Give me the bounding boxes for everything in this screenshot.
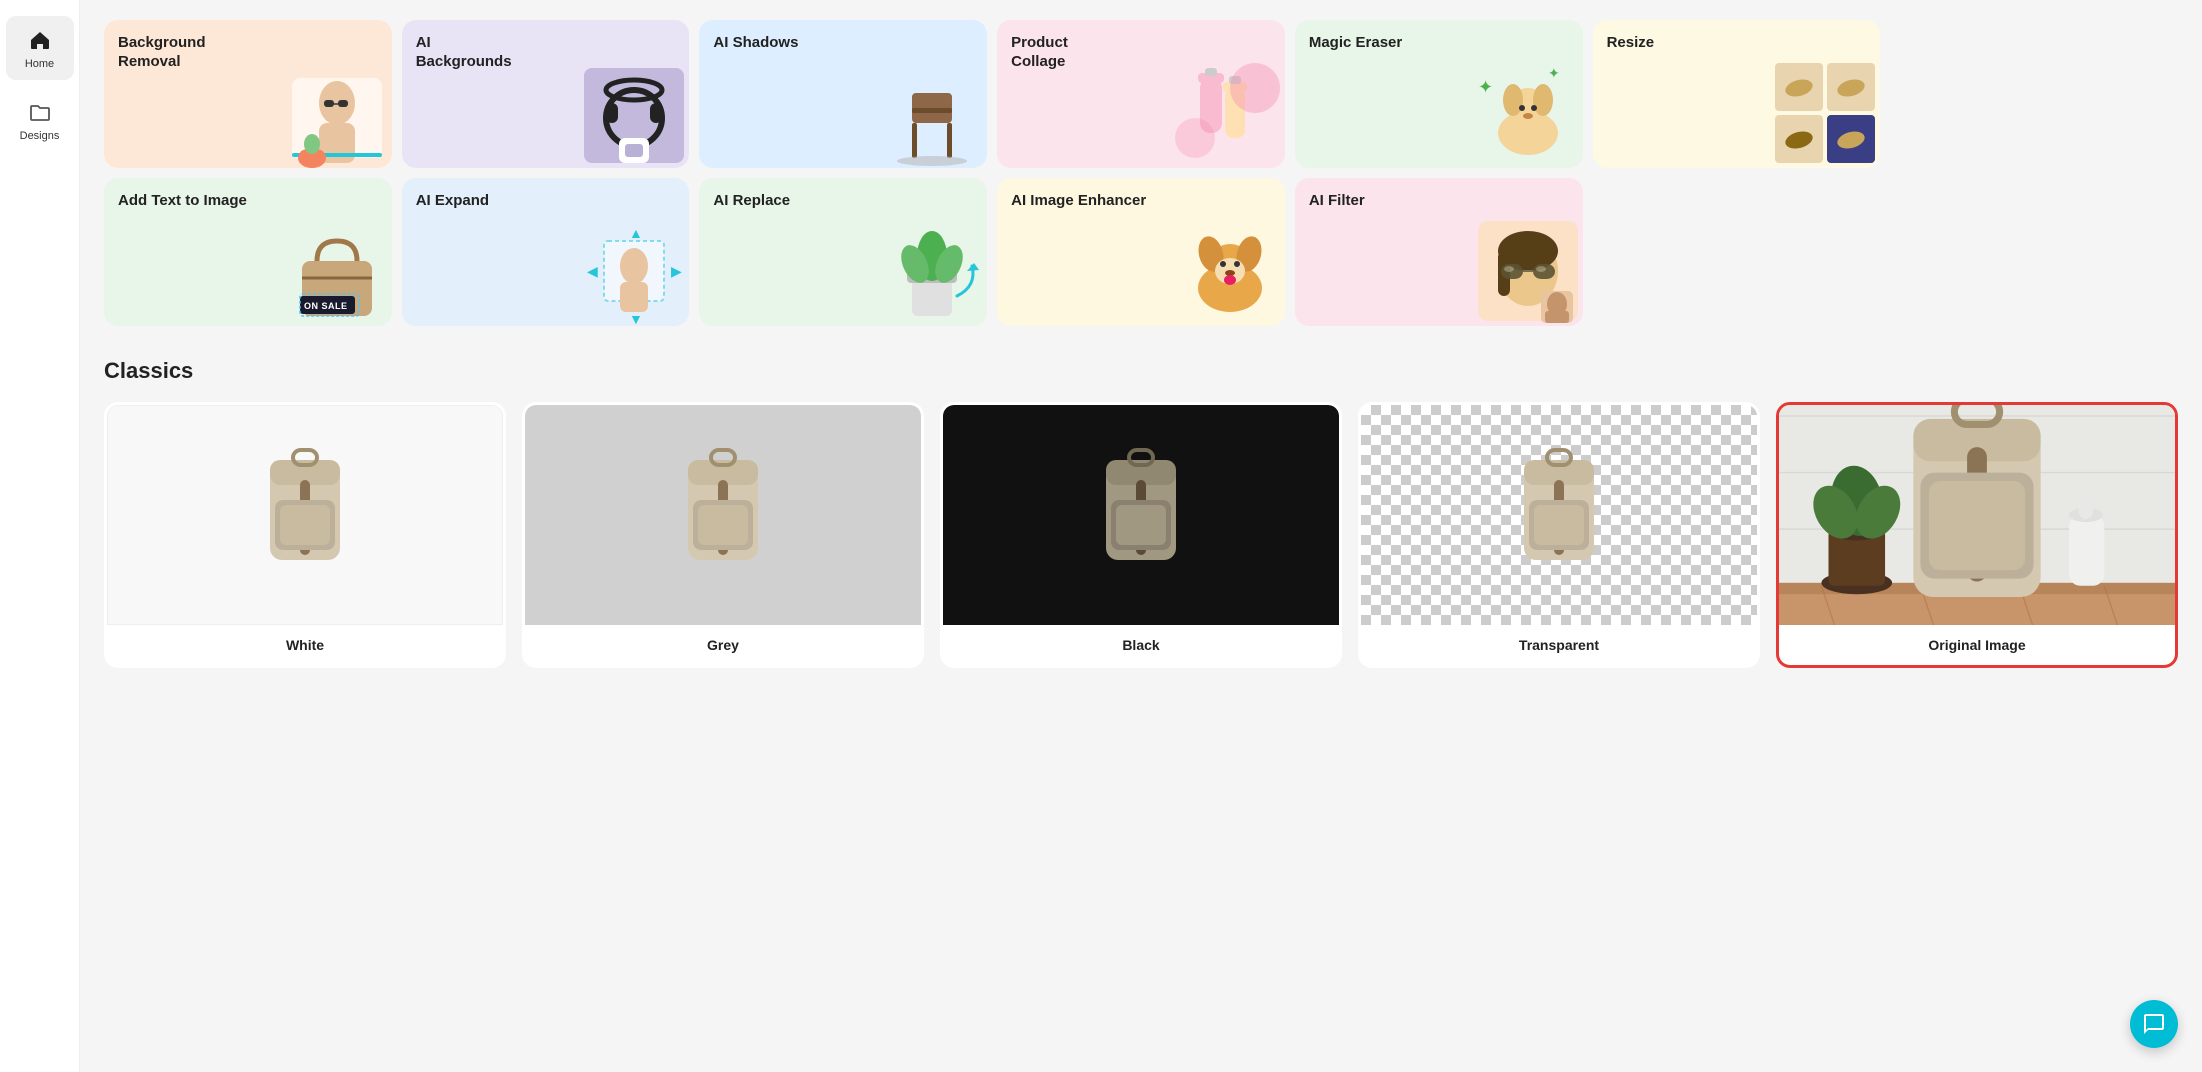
classic-card-transparent-label: Transparent bbox=[1361, 625, 1757, 665]
classic-card-original-label: Original Image bbox=[1779, 625, 2175, 665]
tool-title-ai-filter: AI Filter bbox=[1309, 192, 1569, 211]
classic-card-white[interactable]: White bbox=[104, 402, 506, 668]
classic-card-white-label: White bbox=[107, 625, 503, 665]
home-icon bbox=[26, 26, 54, 54]
classic-card-original[interactable]: Original Image bbox=[1776, 402, 2178, 668]
svg-text:▼: ▼ bbox=[629, 311, 643, 326]
tool-visual-add-text: ON SALE bbox=[225, 211, 392, 326]
svg-text:✦: ✦ bbox=[1478, 77, 1493, 97]
tool-title-ai-expand: AI Expand bbox=[416, 192, 676, 211]
tool-card-bg-removal[interactable]: BackgroundRemoval bbox=[104, 20, 392, 168]
chat-button[interactable] bbox=[2130, 1000, 2178, 1048]
classic-card-black-img-area bbox=[943, 405, 1339, 625]
sidebar-item-home[interactable]: Home bbox=[6, 16, 74, 80]
sidebar-item-designs[interactable]: Designs bbox=[6, 88, 74, 152]
tool-card-magic-eraser[interactable]: Magic Eraser ✦ ✦ bbox=[1295, 20, 1583, 168]
tool-visual-ai-filter bbox=[1416, 211, 1583, 326]
tools-grid-row2: Add Text to Image ON SALE AI Expand bbox=[104, 178, 2178, 326]
classic-card-grey-img-area bbox=[525, 405, 921, 625]
tool-visual-ai-image-enhancer bbox=[1118, 211, 1285, 326]
tool-title-magic-eraser: Magic Eraser bbox=[1309, 34, 1569, 53]
tool-title-add-text: Add Text to Image bbox=[118, 192, 378, 211]
main-content: BackgroundRemoval bbox=[80, 0, 2202, 1072]
classic-card-transparent[interactable]: Transparent bbox=[1358, 402, 1760, 668]
tool-title-bg-removal: BackgroundRemoval bbox=[118, 34, 378, 72]
sidebar-home-label: Home bbox=[25, 58, 54, 70]
tool-card-ai-image-enhancer[interactable]: AI Image Enhancer bbox=[997, 178, 1285, 326]
classic-card-grey-label: Grey bbox=[525, 625, 921, 665]
tool-card-ai-shadows[interactable]: AI Shadows bbox=[699, 20, 987, 168]
tool-title-product-collage: ProductCollage bbox=[1011, 34, 1271, 72]
tool-title-ai-replace: AI Replace bbox=[713, 192, 973, 211]
svg-text:◀: ◀ bbox=[587, 263, 598, 279]
svg-text:▲: ▲ bbox=[629, 225, 643, 241]
tool-visual-resize bbox=[1713, 53, 1880, 168]
classic-card-grey[interactable]: Grey bbox=[522, 402, 924, 668]
sidebar-designs-label: Designs bbox=[20, 130, 60, 142]
classics-section-title: Classics bbox=[104, 358, 2178, 384]
chat-icon bbox=[2142, 1012, 2166, 1036]
tool-title-ai-image-enhancer: AI Image Enhancer bbox=[1011, 192, 1271, 211]
classic-card-original-img-area bbox=[1779, 405, 2175, 625]
tool-card-add-text[interactable]: Add Text to Image ON SALE bbox=[104, 178, 392, 326]
svg-text:▶: ▶ bbox=[671, 263, 682, 279]
tool-title-ai-backgrounds: AIBackgrounds bbox=[416, 34, 676, 72]
empty-grid-filler bbox=[1593, 178, 2178, 326]
sidebar: Home Designs bbox=[0, 0, 80, 1072]
tool-title-resize: Resize bbox=[1607, 34, 1867, 53]
tool-card-ai-filter[interactable]: AI Filter bbox=[1295, 178, 1583, 326]
tool-visual-ai-expand: ▲ ▼ ◀ ▶ bbox=[523, 211, 690, 326]
tool-visual-magic-eraser: ✦ ✦ bbox=[1416, 53, 1583, 168]
tool-card-resize[interactable]: Resize bbox=[1593, 20, 1881, 168]
tools-grid-row1: BackgroundRemoval bbox=[104, 20, 2178, 168]
tool-visual-ai-shadows bbox=[820, 53, 987, 168]
svg-text:✦: ✦ bbox=[1548, 65, 1560, 81]
tool-card-ai-expand[interactable]: AI Expand ▲ ▼ ◀ ▶ bbox=[402, 178, 690, 326]
svg-text:ON SALE: ON SALE bbox=[304, 301, 348, 311]
tool-visual-ai-replace bbox=[820, 211, 987, 326]
folder-icon bbox=[26, 98, 54, 126]
tool-card-ai-replace[interactable]: AI Replace bbox=[699, 178, 987, 326]
classic-card-black-label: Black bbox=[943, 625, 1339, 665]
tool-card-product-collage[interactable]: ProductCollage bbox=[997, 20, 1285, 168]
tool-title-ai-shadows: AI Shadows bbox=[713, 34, 973, 53]
classics-grid: White Grey bbox=[104, 402, 2178, 668]
classic-card-black[interactable]: Black bbox=[940, 402, 1342, 668]
classic-card-white-img-area bbox=[107, 405, 503, 625]
classic-card-transparent-img-area bbox=[1361, 405, 1757, 625]
tool-card-ai-backgrounds[interactable]: AIBackgrounds bbox=[402, 20, 690, 168]
